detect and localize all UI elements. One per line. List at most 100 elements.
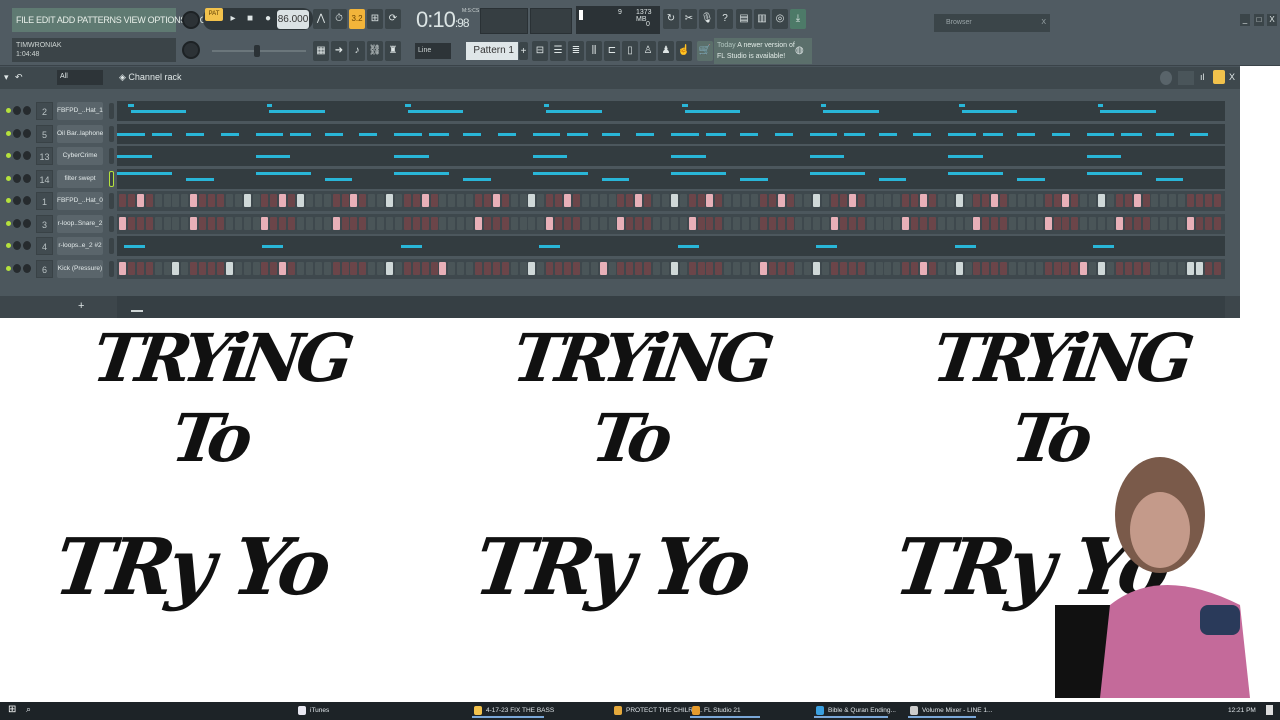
step-button[interactable] (750, 216, 758, 230)
step-button[interactable] (492, 216, 500, 230)
step-button[interactable] (172, 194, 180, 207)
step-button[interactable] (911, 194, 919, 207)
step-button[interactable] (848, 261, 856, 275)
volume-knob[interactable] (23, 151, 31, 160)
step-button[interactable] (946, 194, 954, 207)
step-button[interactable] (653, 216, 660, 230)
step-button[interactable] (1062, 261, 1070, 275)
step-button[interactable] (305, 261, 313, 275)
step-button[interactable] (1115, 261, 1123, 275)
step-button[interactable] (377, 216, 385, 230)
notifications-icon[interactable] (1266, 705, 1273, 715)
record-button[interactable]: ● (260, 9, 276, 29)
step-button[interactable] (955, 261, 963, 275)
step-button[interactable] (1106, 261, 1114, 275)
step-grid[interactable] (117, 191, 1225, 211)
step-button[interactable] (599, 216, 607, 230)
step-button[interactable] (733, 194, 741, 207)
step-button[interactable] (501, 194, 509, 207)
step-button[interactable] (733, 261, 741, 275)
step-button[interactable] (528, 216, 536, 230)
mute-led[interactable] (6, 108, 11, 113)
step-button[interactable] (1089, 216, 1097, 230)
step-button[interactable] (172, 261, 180, 275)
step-button[interactable] (937, 216, 945, 230)
step-button[interactable] (377, 261, 385, 275)
channel-select[interactable] (109, 148, 114, 164)
step-button[interactable] (457, 216, 465, 230)
step-button[interactable] (857, 194, 865, 207)
step-button[interactable] (386, 194, 393, 207)
channel-name-button[interactable]: FBFPD_..Hat_10 (57, 102, 103, 120)
step-button[interactable] (608, 216, 616, 230)
step-button[interactable] (448, 194, 456, 207)
graph-icon[interactable]: ıl (1200, 72, 1205, 82)
channel-name-button[interactable]: FBFPD_..Hat_01 (57, 192, 103, 210)
rack-undo-icon[interactable]: ↶ (15, 72, 23, 83)
browser-view-icon[interactable]: ⊏ (604, 41, 620, 61)
step-button[interactable] (608, 261, 616, 275)
step-button[interactable] (670, 194, 678, 207)
mute-led[interactable] (6, 130, 11, 136)
step-button[interactable] (893, 216, 901, 230)
step-button[interactable] (902, 216, 910, 230)
step-button[interactable] (715, 194, 723, 207)
channel-select[interactable] (109, 103, 114, 119)
step-button[interactable] (537, 261, 545, 275)
step-button[interactable] (1053, 194, 1061, 207)
step-button[interactable] (982, 216, 990, 230)
step-button[interactable] (1187, 216, 1194, 230)
step-button[interactable] (697, 216, 705, 230)
step-button[interactable] (724, 261, 732, 275)
step-button[interactable] (928, 261, 936, 275)
step-button[interactable] (127, 261, 135, 275)
step-button[interactable] (831, 261, 838, 275)
pan-knob[interactable] (13, 241, 21, 250)
step-button[interactable] (679, 261, 687, 275)
step-button[interactable] (1187, 194, 1194, 207)
step-button[interactable] (510, 216, 518, 230)
channel-name-button[interactable]: CyberCrime (57, 147, 103, 165)
step-button[interactable] (1169, 194, 1177, 207)
step-button[interactable] (279, 194, 287, 207)
step-button[interactable] (697, 261, 705, 275)
taskbar-fl-studio[interactable]: FL Studio 21 (690, 704, 760, 718)
step-button[interactable] (510, 261, 518, 275)
step-button[interactable] (1142, 261, 1150, 275)
step-button[interactable] (279, 216, 287, 230)
globe-icon[interactable]: ◍ (795, 45, 804, 56)
step-button[interactable] (154, 261, 162, 275)
step-button[interactable] (804, 261, 812, 275)
step-button[interactable] (412, 194, 420, 207)
step-button[interactable] (199, 194, 207, 207)
step-button[interactable] (1213, 216, 1221, 230)
step-button[interactable] (902, 261, 910, 275)
step-button[interactable] (359, 216, 367, 230)
channel-number[interactable]: 1 (36, 192, 53, 210)
step-button[interactable] (750, 261, 758, 275)
step-button[interactable] (1000, 194, 1008, 207)
channel-filter[interactable]: All (57, 70, 103, 85)
channel-name-button[interactable]: Oil Bar..laphone (57, 124, 103, 143)
step-button[interactable] (1089, 261, 1097, 275)
step-button[interactable] (644, 261, 652, 275)
channel-select[interactable] (109, 238, 114, 254)
step-button[interactable] (181, 261, 189, 275)
rack-options[interactable] (1178, 71, 1194, 85)
step-button[interactable] (350, 216, 358, 230)
step-button[interactable] (1080, 216, 1088, 230)
step-button[interactable] (386, 216, 393, 230)
step-button[interactable] (572, 194, 580, 207)
step-button[interactable] (750, 194, 758, 207)
step-button[interactable] (1151, 216, 1159, 230)
step-button[interactable] (341, 194, 349, 207)
step-button[interactable] (564, 216, 571, 230)
step-button[interactable] (297, 194, 304, 207)
step-button[interactable] (368, 194, 376, 207)
step-button[interactable] (261, 216, 269, 230)
step-button[interactable] (1142, 194, 1150, 207)
step-button[interactable] (911, 216, 919, 230)
step-button[interactable] (608, 194, 616, 207)
step-button[interactable] (795, 216, 803, 230)
save-icon[interactable]: ▤ (736, 9, 752, 29)
